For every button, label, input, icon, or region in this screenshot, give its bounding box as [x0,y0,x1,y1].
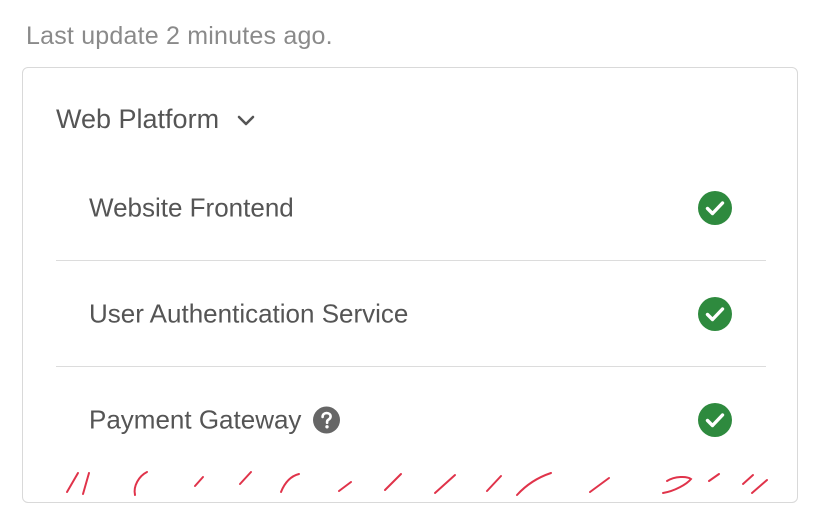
component-name-label: Payment Gateway [89,404,302,435]
component-name-label: User Authentication Service [89,298,409,328]
list-item: Payment Gateway [56,367,766,473]
list-item: Website Frontend [56,155,766,261]
component-name: User Authentication Service [89,298,408,329]
component-name: Website Frontend [89,192,294,223]
group-title: Web Platform [56,104,220,134]
check-circle-icon [698,403,732,437]
question-circle-icon[interactable] [313,406,341,434]
status-page: Last update 2 minutes ago. Web Platform … [0,0,820,522]
chevron-down-icon [237,115,255,125]
check-circle-icon [698,190,732,225]
check-circle-icon [698,296,732,331]
component-name: Payment Gateway [89,404,341,436]
list-item: User Authentication Service [56,261,766,367]
last-update-text: Last update 2 minutes ago. [26,22,333,50]
component-name-label: Website Frontend [89,192,294,222]
group-toggle[interactable]: Web Platform [56,104,257,135]
component-list: Website Frontend User Authentication Ser… [56,155,766,473]
component-group-card: Web Platform Website Frontend User Authe… [22,67,798,503]
